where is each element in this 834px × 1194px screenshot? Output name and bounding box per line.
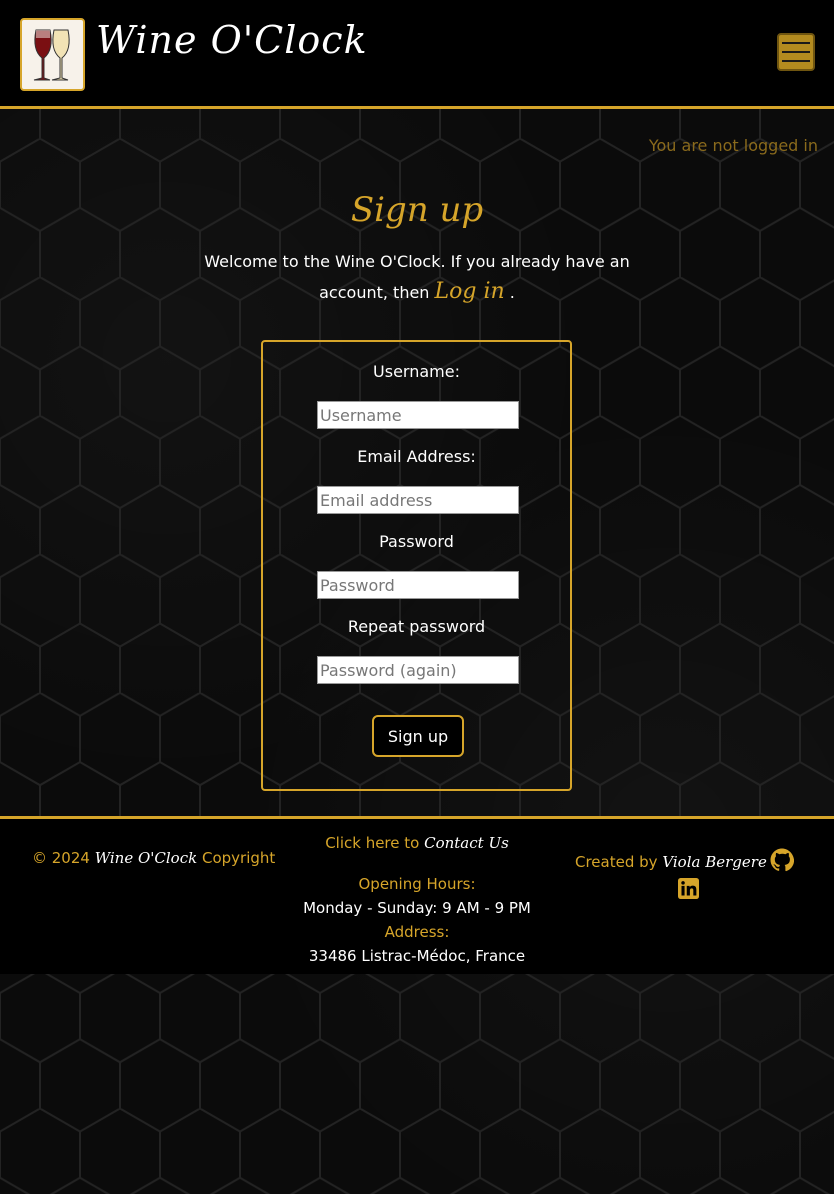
username-label: Username: bbox=[373, 362, 460, 381]
site-footer: © 2024 Wine O'Clock Copyright Click here… bbox=[0, 816, 834, 974]
repeat-password-input[interactable] bbox=[317, 656, 519, 684]
wine-glasses-logo-icon[interactable] bbox=[20, 18, 85, 91]
signup-button[interactable]: Sign up bbox=[372, 715, 464, 757]
opening-hours-label: Opening Hours: bbox=[358, 875, 476, 893]
intro-text: Welcome to the Wine O'Clock. If you alre… bbox=[200, 247, 634, 308]
intro-body: Welcome to the Wine O'Clock. If you alre… bbox=[204, 252, 630, 302]
brand-title[interactable]: Wine O'Clock bbox=[96, 18, 368, 62]
address-label: Address: bbox=[384, 923, 450, 941]
password-label: Password bbox=[379, 532, 454, 551]
contact-link-row[interactable]: Click here to Contact Us bbox=[0, 834, 834, 852]
password-input[interactable] bbox=[317, 571, 519, 599]
contact-prefix: Click here to bbox=[325, 834, 420, 852]
repeat-password-label: Repeat password bbox=[347, 617, 486, 636]
creator-credit: Created by Viola Bergere bbox=[575, 853, 767, 871]
creator-name: Viola Bergere bbox=[662, 853, 767, 871]
address-value: 33486 Listrac-Médoc, France bbox=[308, 947, 526, 965]
site-header: Wine O'Clock bbox=[0, 0, 834, 109]
linkedin-icon[interactable] bbox=[678, 878, 699, 899]
creator-prefix: Created by bbox=[575, 853, 658, 871]
signup-form: Username: Email Address: Password Repeat… bbox=[261, 340, 572, 791]
email-input[interactable] bbox=[317, 486, 519, 514]
login-link[interactable]: Log in bbox=[435, 279, 505, 304]
email-label: Email Address: bbox=[357, 447, 476, 466]
hamburger-icon[interactable] bbox=[777, 33, 815, 71]
login-status: You are not logged in bbox=[648, 136, 818, 155]
contact-link[interactable]: Contact Us bbox=[424, 834, 509, 852]
page-title: Sign up bbox=[350, 190, 484, 230]
github-icon[interactable] bbox=[770, 848, 794, 872]
username-input[interactable] bbox=[317, 401, 519, 429]
opening-hours-value: Monday - Sunday: 9 AM - 9 PM bbox=[303, 899, 531, 917]
intro-end: . bbox=[509, 283, 515, 302]
